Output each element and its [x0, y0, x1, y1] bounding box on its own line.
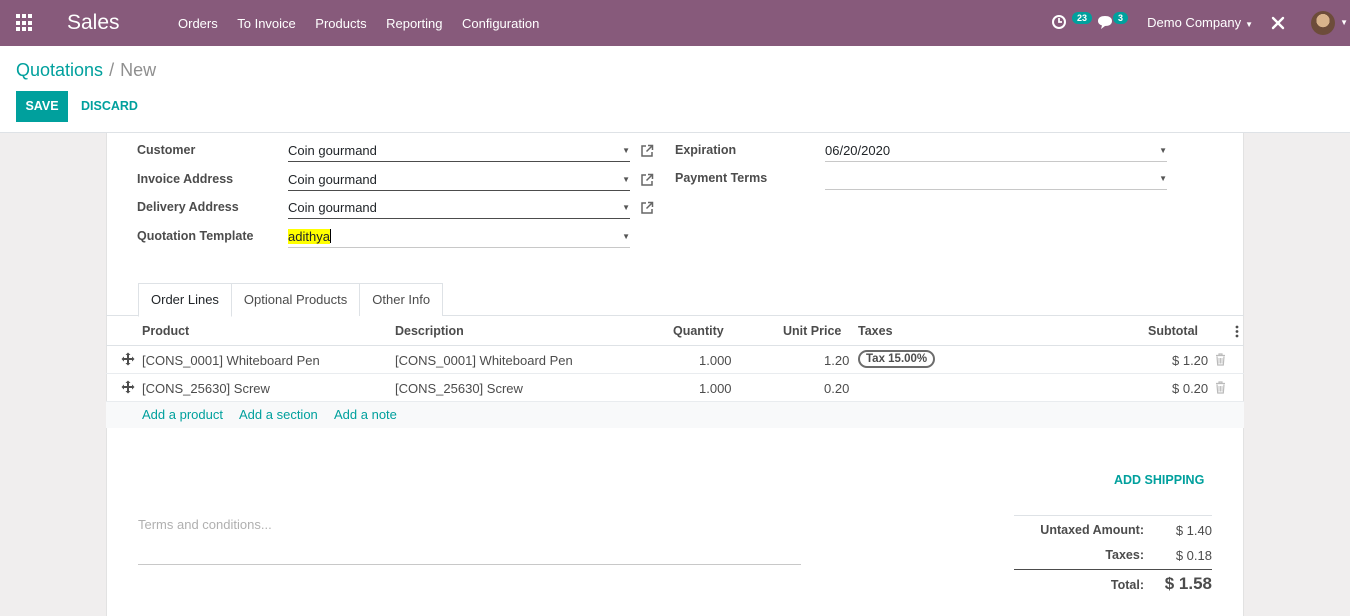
add-note-link[interactable]: Add a note — [334, 407, 397, 422]
col-product[interactable]: Product — [142, 324, 189, 338]
discard-button[interactable]: DISCARD — [81, 91, 138, 122]
activity-count-badge: 23 — [1071, 12, 1092, 24]
col-taxes[interactable]: Taxes — [858, 324, 893, 338]
customer-value: Coin gourmand — [288, 143, 377, 158]
row-unit-price: 1.20 — [824, 353, 850, 368]
row-description: [CONS_0001] Whiteboard Pen — [395, 353, 573, 368]
caret-down-icon: ▼ — [1340, 18, 1348, 27]
message-count-badge: 3 — [1112, 12, 1128, 24]
user-avatar[interactable] — [1311, 11, 1335, 35]
trash-icon[interactable] — [1215, 381, 1226, 394]
row-subtotal: $ 1.20 — [1172, 353, 1209, 368]
totals-divider — [1014, 515, 1212, 516]
total-value: $ 1.58 — [1164, 574, 1212, 593]
untaxed-amount-label: Untaxed Amount: — [1040, 523, 1144, 537]
company-switcher[interactable]: Demo Company ▼ — [1147, 15, 1253, 30]
quotation-template-input[interactable]: adithya ▼ — [288, 226, 630, 248]
dropdown-caret-icon[interactable]: ▼ — [622, 140, 630, 162]
activity-clock-icon[interactable] — [1051, 14, 1067, 30]
top-navbar: Sales Orders To Invoice Products Reporti… — [0, 0, 1350, 46]
delivery-address-value: Coin gourmand — [288, 200, 377, 215]
breadcrumb-separator: / — [109, 60, 115, 80]
row-unit-price: 0.20 — [824, 381, 850, 396]
dropdown-caret-icon[interactable]: ▼ — [1159, 168, 1167, 190]
quotation-template-label: Quotation Template — [137, 229, 254, 243]
tab-other-info[interactable]: Other Info — [359, 283, 444, 316]
apps-menu-icon[interactable] — [16, 14, 34, 32]
control-panel: Quotations / New SAVE DISCARD — [0, 46, 1350, 133]
customer-field[interactable]: Coin gourmand ▼ — [288, 140, 630, 162]
text-cursor — [329, 229, 331, 243]
row-quantity: 1.000 — [699, 381, 732, 396]
quotation-template-value: adithya — [288, 229, 330, 244]
row-product: [CONS_0001] Whiteboard Pen — [142, 353, 320, 368]
dropdown-caret-icon[interactable]: ▼ — [1159, 140, 1167, 162]
column-options-icon[interactable] — [1234, 325, 1240, 338]
systray: 23 3 Demo Company ▼ ▼ — [1030, 0, 1350, 46]
col-quantity[interactable]: Quantity — [673, 324, 724, 338]
delivery-address-field[interactable]: Coin gourmand ▼ — [288, 197, 630, 219]
external-link-icon[interactable] — [640, 144, 654, 158]
row-subtotal: $ 0.20 — [1172, 381, 1209, 396]
untaxed-amount-value: $ 1.40 — [1175, 523, 1212, 538]
caret-down-icon: ▼ — [1245, 20, 1253, 29]
drag-handle-icon[interactable] — [121, 352, 135, 366]
delivery-address-label: Delivery Address — [137, 200, 239, 214]
menu-to-invoice[interactable]: To Invoice — [237, 16, 296, 31]
tab-order-lines[interactable]: Order Lines — [138, 283, 232, 317]
col-subtotal[interactable]: Subtotal — [1148, 324, 1198, 338]
invoice-address-value: Coin gourmand — [288, 172, 377, 187]
expiration-field[interactable]: 06/20/2020 ▼ — [825, 140, 1167, 162]
breadcrumb-quotations[interactable]: Quotations — [16, 60, 103, 80]
terms-and-conditions-input[interactable]: Terms and conditions... — [138, 517, 801, 565]
row-product: [CONS_25630] Screw — [142, 381, 270, 396]
add-section-link[interactable]: Add a section — [239, 407, 318, 422]
payment-terms-label: Payment Terms — [675, 171, 768, 185]
tab-optional-products[interactable]: Optional Products — [230, 283, 361, 316]
notebook-tabs: Order Lines Optional Products Other Info — [138, 283, 444, 317]
company-name: Demo Company — [1147, 15, 1242, 30]
main-menu: Orders To Invoice Products Reporting Con… — [178, 0, 559, 46]
add-shipping-button[interactable]: ADD SHIPPING — [1114, 473, 1204, 487]
dropdown-caret-icon[interactable]: ▼ — [622, 169, 630, 191]
menu-products[interactable]: Products — [315, 16, 366, 31]
app-brand[interactable]: Sales — [67, 11, 120, 35]
table-row[interactable]: [CONS_25630] Screw [CONS_25630] Screw 1.… — [106, 374, 1244, 402]
col-unit-price[interactable]: Unit Price — [783, 324, 841, 338]
terms-placeholder: Terms and conditions... — [138, 517, 272, 532]
tax-tag: Tax 15.00% — [858, 350, 936, 368]
invoice-address-field[interactable]: Coin gourmand ▼ — [288, 169, 630, 191]
save-button[interactable]: SAVE — [16, 91, 68, 122]
breadcrumb-current: New — [120, 60, 157, 80]
invoice-address-label: Invoice Address — [137, 172, 234, 186]
row-description: [CONS_25630] Screw — [395, 381, 523, 396]
taxes-value: $ 0.18 — [1175, 548, 1212, 563]
row-quantity: 1.000 — [699, 353, 732, 368]
trash-icon[interactable] — [1215, 353, 1226, 366]
debug-tools-icon[interactable] — [1271, 16, 1285, 30]
expiration-label: Expiration — [675, 143, 737, 157]
messages-chat-icon[interactable] — [1097, 15, 1113, 30]
taxes-label: Taxes: — [1105, 548, 1144, 562]
col-description[interactable]: Description — [395, 324, 464, 338]
menu-orders[interactable]: Orders — [178, 16, 218, 31]
dropdown-caret-icon[interactable]: ▼ — [622, 197, 630, 219]
add-line-row: Add a product Add a section Add a note — [106, 402, 1244, 428]
breadcrumb: Quotations / New — [16, 60, 156, 81]
add-product-link[interactable]: Add a product — [142, 407, 223, 422]
payment-terms-field[interactable]: ▼ — [825, 168, 1167, 190]
total-label: Total: — [1110, 578, 1144, 592]
external-link-icon[interactable] — [640, 173, 654, 187]
total-separator — [1014, 569, 1212, 570]
customer-label: Customer — [137, 143, 196, 157]
table-row[interactable]: [CONS_0001] Whiteboard Pen [CONS_0001] W… — [106, 346, 1244, 374]
expiration-value: 06/20/2020 — [825, 143, 891, 158]
dropdown-caret-icon[interactable]: ▼ — [622, 226, 630, 248]
menu-configuration[interactable]: Configuration — [462, 16, 539, 31]
external-link-icon[interactable] — [640, 201, 654, 215]
menu-reporting[interactable]: Reporting — [386, 16, 442, 31]
order-lines-header: Product Description Quantity Unit Price … — [106, 316, 1244, 346]
drag-handle-icon[interactable] — [121, 380, 135, 394]
